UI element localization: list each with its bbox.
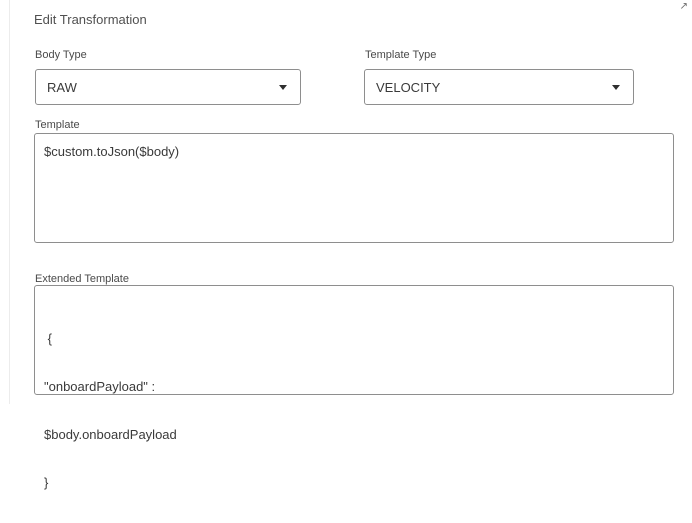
template-type-select[interactable]: VELOCITY <box>364 69 634 105</box>
body-type-value: RAW <box>47 80 77 95</box>
extended-template-text: { "onboardPayload" : $body.onboardPayloa… <box>44 299 177 523</box>
extended-template-line: $body.onboardPayload <box>44 427 177 442</box>
panel-left-border <box>9 0 10 404</box>
chevron-down-icon <box>612 85 620 90</box>
dialog-title: Edit Transformation <box>34 12 147 27</box>
extended-template-line: { <box>44 331 52 346</box>
extended-template-line: "onboardPayload" : <box>44 379 156 394</box>
extended-template-line: } <box>44 475 49 490</box>
resize-corner-icon: ↗ <box>679 1 688 12</box>
edit-transformation-panel: ↗ Edit Transformation Body Type RAW Temp… <box>0 0 692 490</box>
chevron-down-icon <box>279 85 287 90</box>
body-type-label: Body Type <box>35 49 87 61</box>
template-label: Template <box>35 119 80 131</box>
template-textarea[interactable]: $custom.toJson($body) <box>34 133 674 243</box>
template-type-label: Template Type <box>365 49 437 61</box>
extended-template-textarea[interactable]: { "onboardPayload" : $body.onboardPayloa… <box>34 285 674 490</box>
body-type-select[interactable]: RAW <box>35 69 301 105</box>
template-text: $custom.toJson($body) <box>44 144 180 159</box>
template-type-value: VELOCITY <box>376 80 441 95</box>
